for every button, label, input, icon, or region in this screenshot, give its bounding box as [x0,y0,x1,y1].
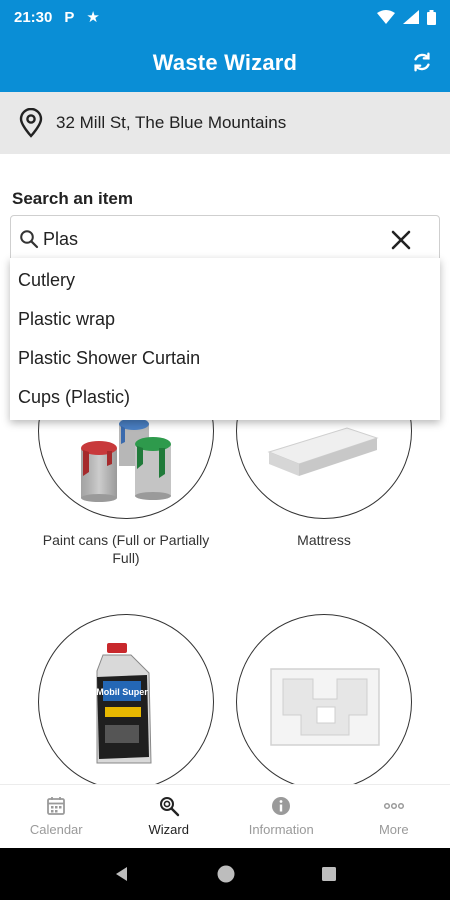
address-bar[interactable]: 32 Mill St, The Blue Mountains [0,92,450,154]
item-circle: Mobil Super [38,614,214,784]
suggestion-item[interactable]: Cups (Plastic) [10,378,440,417]
suggestion-item[interactable]: Plastic Shower Curtain [10,339,440,378]
nav-item-more[interactable]: More [338,785,450,848]
motor-oil-bottle-image: Mobil Super [96,643,152,764]
star-icon: ★ [86,9,100,26]
status-bar: 21:30 P ★ [0,0,450,34]
item-caption: Paint cans (Full or Partially Full) [42,532,210,566]
nav-label: More [378,822,409,837]
suggestion-item[interactable]: Cutlery [10,261,440,300]
more-icon [383,802,404,810]
info-icon [272,797,291,815]
address-text: 32 Mill St, The Blue Mountains [56,113,287,132]
item-tile-mattress[interactable]: Mattress [236,400,412,549]
nav-item-calendar[interactable]: Calendar [0,785,113,848]
home-icon[interactable] [216,864,236,884]
wizard-search-icon [159,797,179,817]
location-pin-icon [19,108,43,138]
item-circle [236,614,412,784]
search-input[interactable]: Plas [10,215,440,263]
nav-label: Information [248,822,314,837]
nav-item-wizard[interactable]: Wizard [113,785,226,848]
nav-item-information[interactable]: Information [225,785,338,848]
parking-icon: P [64,8,75,26]
battery-icon [427,9,436,25]
status-time: 21:30 [14,8,53,26]
app-title: Waste Wizard [152,50,298,75]
suggestion-item[interactable]: Plastic wrap [10,300,440,339]
refresh-icon [414,52,430,72]
app-bar: Waste Wizard [0,34,450,92]
wifi-icon [377,10,395,24]
nav-label: Wizard [148,822,189,837]
nav-label: Calendar [29,822,83,837]
item-tile-motor-oil[interactable]: Mobil Super [38,614,214,784]
suggestions-dropdown: Cutlery Plastic wrap Plastic Shower Curt… [10,258,440,420]
item-tile-paint-cans[interactable]: Paint cans (Full or Partially Full) [38,400,214,567]
bottom-nav: Calendar Wizard Information More [0,784,450,848]
search-icon [20,230,39,249]
close-icon[interactable] [389,228,413,252]
item-tile-styrofoam[interactable] [236,614,412,784]
search-label: Search an item [12,189,133,208]
recents-icon[interactable] [321,866,337,882]
back-icon[interactable] [113,865,131,883]
styrofoam-packaging-image [270,668,380,746]
bottle-brand-label: Mobil Super [96,687,148,697]
item-grid: Paint cans (Full or Partially Full) Matt… [0,400,450,784]
search-input-value: Plas [43,228,79,249]
calendar-icon [47,797,66,815]
refresh-button[interactable] [408,48,436,76]
system-nav-bar [0,848,450,900]
item-caption: Mattress [297,532,351,548]
signal-icon [403,10,419,24]
